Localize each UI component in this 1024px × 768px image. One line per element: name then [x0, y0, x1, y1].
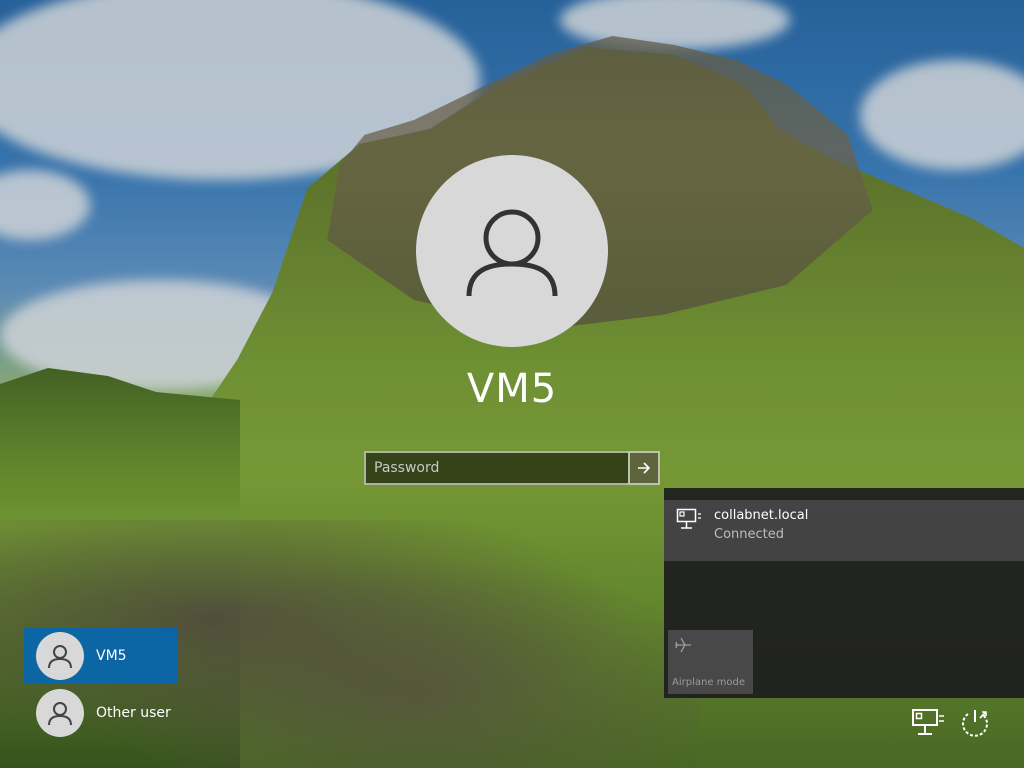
user-list-item-other-user[interactable]: Other user — [24, 685, 178, 741]
password-input[interactable] — [364, 451, 628, 485]
airplane-mode-button[interactable]: Airplane mode — [668, 630, 753, 694]
user-list-item-vm5[interactable]: VM5 — [24, 628, 178, 684]
ethernet-icon — [676, 508, 702, 534]
user-avatar-large — [416, 155, 608, 347]
network-tray-button[interactable] — [911, 708, 945, 740]
airplane-icon — [674, 636, 692, 658]
network-entry[interactable]: collabnet.local Connected — [664, 500, 1024, 561]
arrow-right-icon — [638, 462, 651, 474]
ethernet-icon — [912, 709, 944, 735]
user-icon — [48, 645, 72, 669]
username-title: VM5 — [466, 366, 558, 412]
network-name: collabnet.local — [714, 508, 809, 523]
password-box — [364, 451, 660, 485]
user-list-label: VM5 — [96, 648, 127, 664]
user-icon — [48, 702, 72, 726]
user-icon — [466, 209, 558, 297]
user-list-avatar — [36, 632, 84, 680]
lock-screen: VM5 VM5 Other user collabnet.local Conne… — [0, 0, 1024, 768]
user-list-avatar — [36, 689, 84, 737]
airplane-mode-label: Airplane mode — [672, 677, 746, 688]
user-list-label: Other user — [96, 705, 171, 721]
power-icon — [962, 710, 988, 737]
power-tray-button[interactable] — [958, 706, 992, 744]
submit-button[interactable] — [628, 451, 660, 485]
network-status: Connected — [714, 527, 785, 542]
network-flyout: collabnet.local Connected Airplane mode — [664, 488, 1024, 698]
